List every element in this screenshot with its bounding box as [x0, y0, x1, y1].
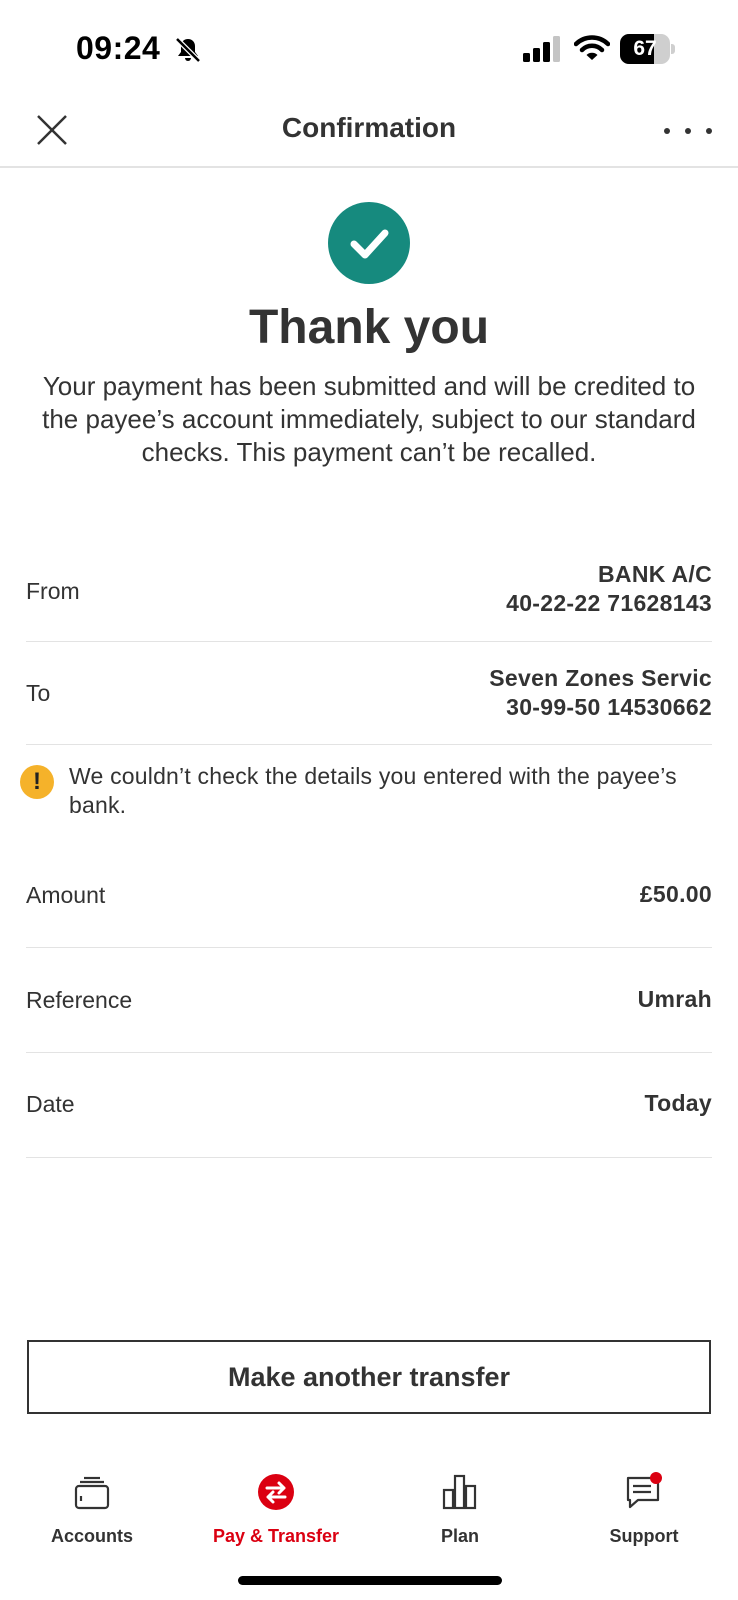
- from-value: BANK A/C 40-22-22 71628143: [506, 560, 712, 618]
- top-header: Confirmation: [0, 96, 738, 168]
- date-value: Today: [644, 1090, 712, 1116]
- date-label: Date: [26, 1091, 75, 1117]
- battery-level-text: 67: [633, 37, 657, 60]
- amount-row: Amount £50.00: [26, 848, 712, 948]
- nav-label-accounts: Accounts: [50, 1526, 133, 1546]
- amount-label: Amount: [26, 882, 106, 908]
- make-another-transfer-button[interactable]: Make another transfer: [27, 1340, 711, 1414]
- payee-check-warning: ! We couldn’t check the details you ente…: [20, 762, 710, 832]
- nav-item-support[interactable]: Support: [552, 1458, 736, 1558]
- from-account-number: 40-22-22 71628143: [506, 590, 712, 616]
- from-row: From BANK A/C 40-22-22 71628143: [26, 546, 712, 642]
- from-account-name: BANK A/C: [598, 561, 712, 587]
- plan-icon: [442, 1474, 477, 1510]
- status-time: 09:24: [76, 30, 161, 66]
- nav-label-support: Support: [609, 1526, 679, 1546]
- reference-label: Reference: [26, 987, 133, 1013]
- signal-icon: [523, 36, 560, 62]
- to-account-number: 30-99-50 14530662: [506, 694, 712, 720]
- bell-slash-icon: [175, 37, 201, 63]
- reference-value: Umrah: [637, 986, 712, 1012]
- accounts-icon: [74, 1476, 110, 1510]
- nav-label-pay-transfer: Pay & Transfer: [212, 1526, 340, 1546]
- to-value: Seven Zones Servic 30-99-50 14530662: [489, 664, 712, 722]
- nav-item-pay-transfer[interactable]: Pay & Transfer: [184, 1458, 368, 1558]
- more-options-icon[interactable]: [664, 116, 712, 146]
- amount-value: £50.00: [639, 881, 712, 907]
- support-icon: [626, 1472, 662, 1509]
- checkmark-circle-icon: [328, 202, 410, 284]
- to-payee-name: Seven Zones Servic: [489, 665, 712, 691]
- notification-dot: [650, 1472, 662, 1484]
- from-label: From: [26, 578, 80, 604]
- nav-item-accounts[interactable]: Accounts: [0, 1458, 184, 1558]
- status-bar: 09:24 67: [0, 0, 738, 96]
- pay-transfer-icon: [258, 1474, 294, 1510]
- nav-item-plan[interactable]: Plan: [368, 1458, 552, 1558]
- home-indicator: [238, 1576, 502, 1585]
- warning-text: We couldn’t check the details you entere…: [69, 763, 677, 818]
- date-row: Date Today: [26, 1053, 712, 1158]
- confirmation-message: Your payment has been submitted and will…: [42, 371, 696, 467]
- to-label: To: [26, 680, 51, 706]
- wifi-icon: [574, 35, 610, 60]
- bottom-navigation: Accounts Pay & Transfer Plan Support: [0, 1458, 738, 1558]
- nav-label-plan: Plan: [440, 1526, 479, 1546]
- thank-you-heading: Thank you: [248, 301, 490, 354]
- to-row: To Seven Zones Servic 30-99-50 14530662: [26, 642, 712, 745]
- reference-row: Reference Umrah: [26, 948, 712, 1053]
- warning-icon: !: [20, 765, 54, 799]
- page-title: Confirmation: [281, 112, 457, 143]
- battery-icon: 67: [620, 34, 675, 64]
